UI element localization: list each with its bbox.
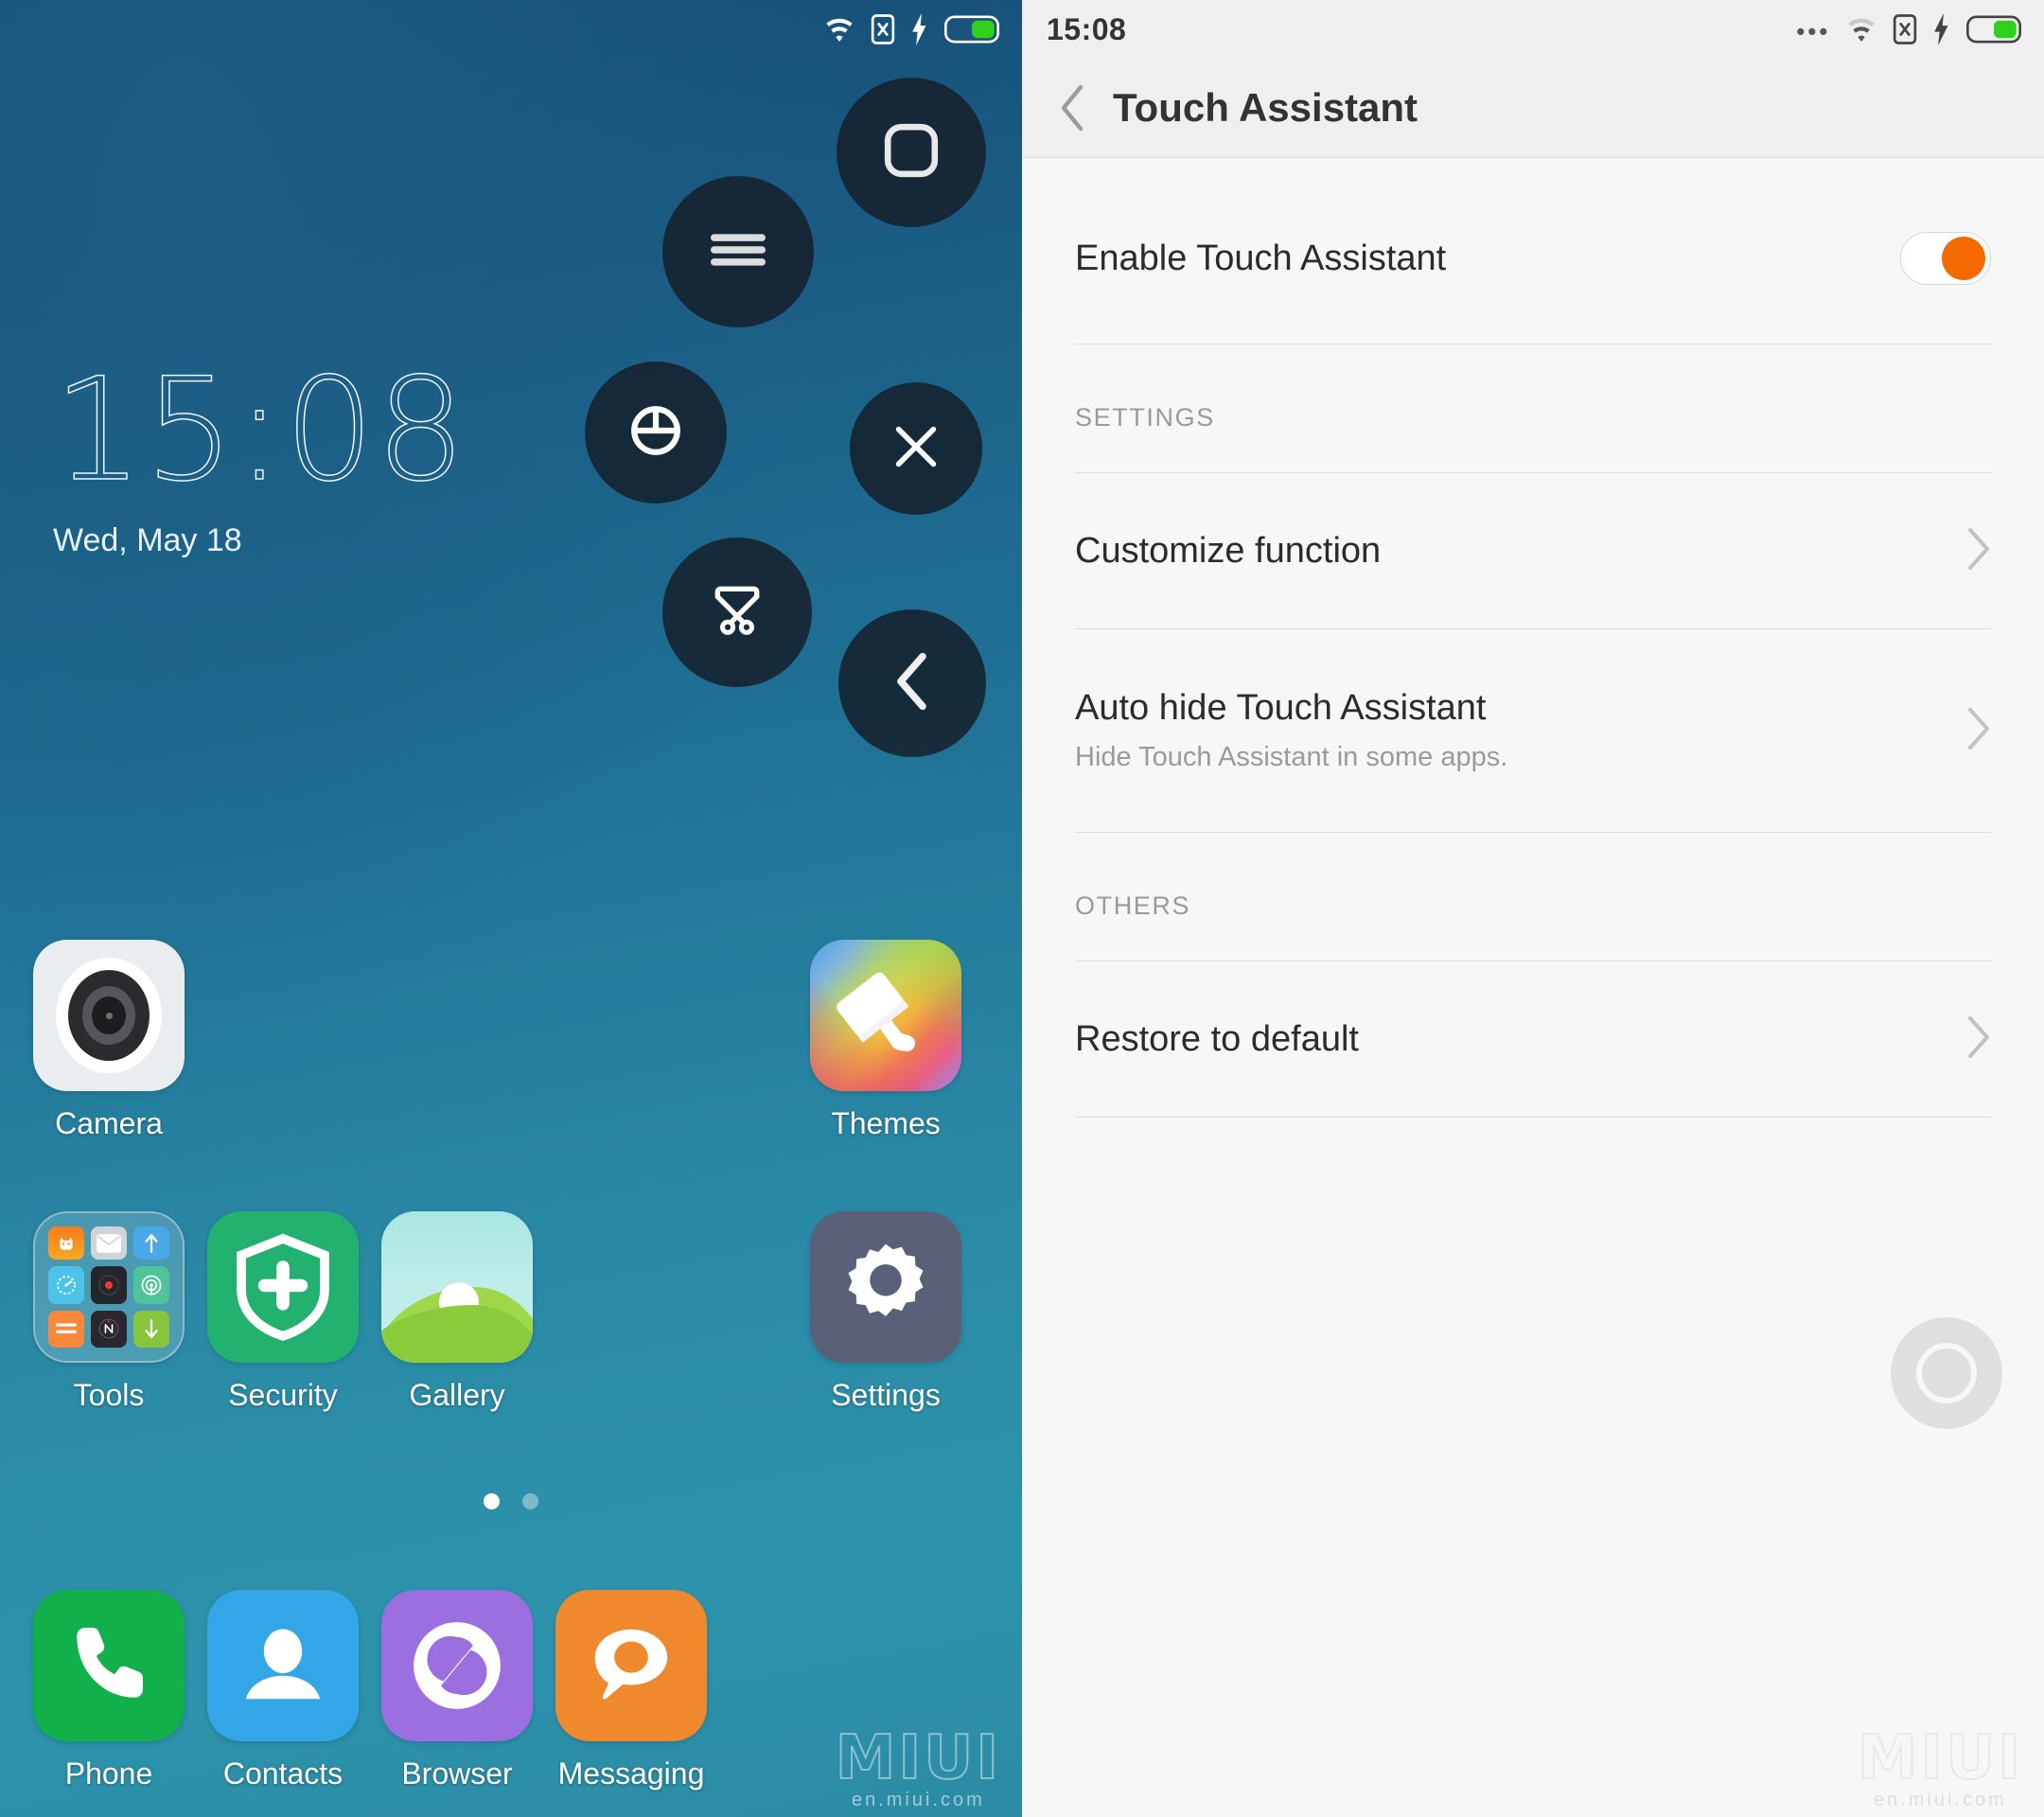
wifi-icon	[1845, 15, 1877, 44]
clock-widget[interactable]: 15:08 Wed, May 18	[52, 348, 467, 559]
gear-icon	[810, 1211, 961, 1363]
app-tools-folder[interactable]: Tools	[23, 1211, 195, 1413]
watermark-main: MIUI	[835, 1723, 1001, 1794]
app-camera[interactable]: Camera	[23, 940, 195, 1141]
app-label: Themes	[831, 1106, 941, 1140]
page-dot[interactable]	[522, 1493, 538, 1509]
app-label: Messaging	[557, 1756, 705, 1791]
app-browser[interactable]: Browser	[371, 1590, 543, 1791]
app-label: Camera	[55, 1106, 163, 1140]
section-label-others: OTHERS	[1075, 891, 1191, 920]
person-icon	[207, 1590, 359, 1741]
more-dots-icon	[1796, 23, 1830, 36]
home-screen: 15:08 Wed, May 18 Camera Themes Tools Se…	[0, 0, 1022, 1817]
app-contacts[interactable]: Contacts	[197, 1590, 369, 1791]
touch-assistant-menu-button[interactable]	[662, 176, 814, 327]
browser-swirl-icon	[381, 1590, 533, 1741]
page-title: Touch Assistant	[1113, 85, 1418, 130]
chevron-right-icon	[1965, 526, 1991, 576]
section-label-settings: SETTINGS	[1075, 403, 1215, 432]
row-title: Auto hide Touch Assistant	[1075, 688, 1487, 728]
shield-plus-icon	[207, 1211, 359, 1363]
page-indicator	[0, 1493, 1022, 1509]
row-title: Enable Touch Assistant	[1075, 238, 1447, 278]
charging-bolt-icon	[1932, 13, 1951, 45]
settings-status-bar: 15:08	[1022, 0, 2044, 59]
app-settings[interactable]: Settings	[800, 1211, 972, 1413]
app-label: Settings	[831, 1378, 941, 1412]
app-label: Security	[228, 1378, 338, 1412]
clock-date: Wed, May 18	[53, 522, 242, 558]
clock-time: 15:08	[52, 348, 467, 513]
charging-bolt-icon	[910, 13, 929, 45]
auto-hide-touch-assistant-row[interactable]: Auto hide Touch Assistant Hide Touch Ass…	[1075, 671, 1991, 790]
back-button[interactable]	[1045, 83, 1101, 132]
app-label: Tools	[73, 1378, 145, 1412]
app-messaging[interactable]: Messaging	[545, 1590, 717, 1791]
app-security[interactable]: Security	[197, 1211, 369, 1413]
touch-assistant-home-button[interactable]	[837, 78, 986, 227]
battery-icon	[1966, 15, 2021, 44]
scissors-icon	[708, 581, 766, 644]
watermark: MIUI en.miui.com	[1857, 1723, 2023, 1811]
battery-icon	[944, 15, 999, 44]
phone-handset-icon	[33, 1590, 185, 1741]
touch-assistant-close-button[interactable]	[850, 382, 982, 515]
toggle-knob	[1942, 237, 1985, 280]
home-status-bar	[0, 0, 1022, 59]
page-dot-active[interactable]	[484, 1493, 500, 1509]
watermark-main: MIUI	[1857, 1723, 2023, 1794]
sim-x-icon	[871, 14, 895, 44]
chevron-left-icon	[886, 650, 939, 717]
app-gallery[interactable]: Gallery	[371, 1211, 543, 1413]
row-title: Customize function	[1075, 530, 1382, 571]
watermark: MIUI en.miui.com	[835, 1723, 1001, 1811]
row-subtitle: Hide Touch Assistant in some apps.	[1075, 742, 1508, 772]
chevron-right-icon	[1965, 706, 1991, 756]
divider	[1075, 1117, 1991, 1118]
watermark-sub: en.miui.com	[851, 1790, 985, 1810]
app-label: Browser	[401, 1756, 513, 1791]
wifi-icon	[823, 15, 855, 44]
dual-screenshot: 15:08 Wed, May 18 Camera Themes Tools Se…	[0, 0, 2044, 1817]
camera-icon	[33, 940, 185, 1091]
app-phone[interactable]: Phone	[23, 1590, 195, 1791]
chevron-right-icon	[1965, 1014, 1991, 1065]
rounded-square-icon	[882, 121, 941, 185]
close-x-icon	[891, 422, 941, 476]
folder-icon	[33, 1211, 185, 1363]
enable-touch-assistant-toggle[interactable]	[1900, 232, 1991, 285]
watermark-sub: en.miui.com	[1873, 1790, 2007, 1810]
page-header: Touch Assistant	[1022, 59, 2044, 158]
ball-ring-icon	[1916, 1343, 1977, 1403]
enable-touch-assistant-row[interactable]: Enable Touch Assistant	[1075, 213, 1991, 304]
touch-assistant-lock-button[interactable]	[585, 362, 727, 503]
customize-function-row[interactable]: Customize function	[1075, 515, 1991, 587]
sim-x-icon	[1893, 14, 1917, 44]
row-title: Restore to default	[1075, 1018, 1359, 1059]
lock-icon	[628, 403, 683, 463]
touch-assistant-settings-screen: 15:08 Touch Assistant Enable Touch Assis…	[1022, 0, 2044, 1817]
app-label: Phone	[64, 1756, 153, 1791]
app-label: Gallery	[409, 1378, 505, 1412]
speech-bubble-icon	[555, 1590, 707, 1741]
touch-assistant-ball[interactable]	[1891, 1317, 2002, 1429]
app-themes[interactable]: Themes	[800, 940, 972, 1141]
app-label: Contacts	[222, 1756, 344, 1791]
touch-assistant-screenshot-button[interactable]	[662, 538, 812, 687]
restore-to-default-row[interactable]: Restore to default	[1075, 1003, 1991, 1075]
paintbrush-icon	[810, 940, 961, 1091]
hamburger-icon	[711, 230, 766, 274]
status-time: 15:08	[1047, 11, 1127, 46]
landscape-icon	[381, 1211, 533, 1363]
touch-assistant-back-button[interactable]	[838, 609, 986, 757]
